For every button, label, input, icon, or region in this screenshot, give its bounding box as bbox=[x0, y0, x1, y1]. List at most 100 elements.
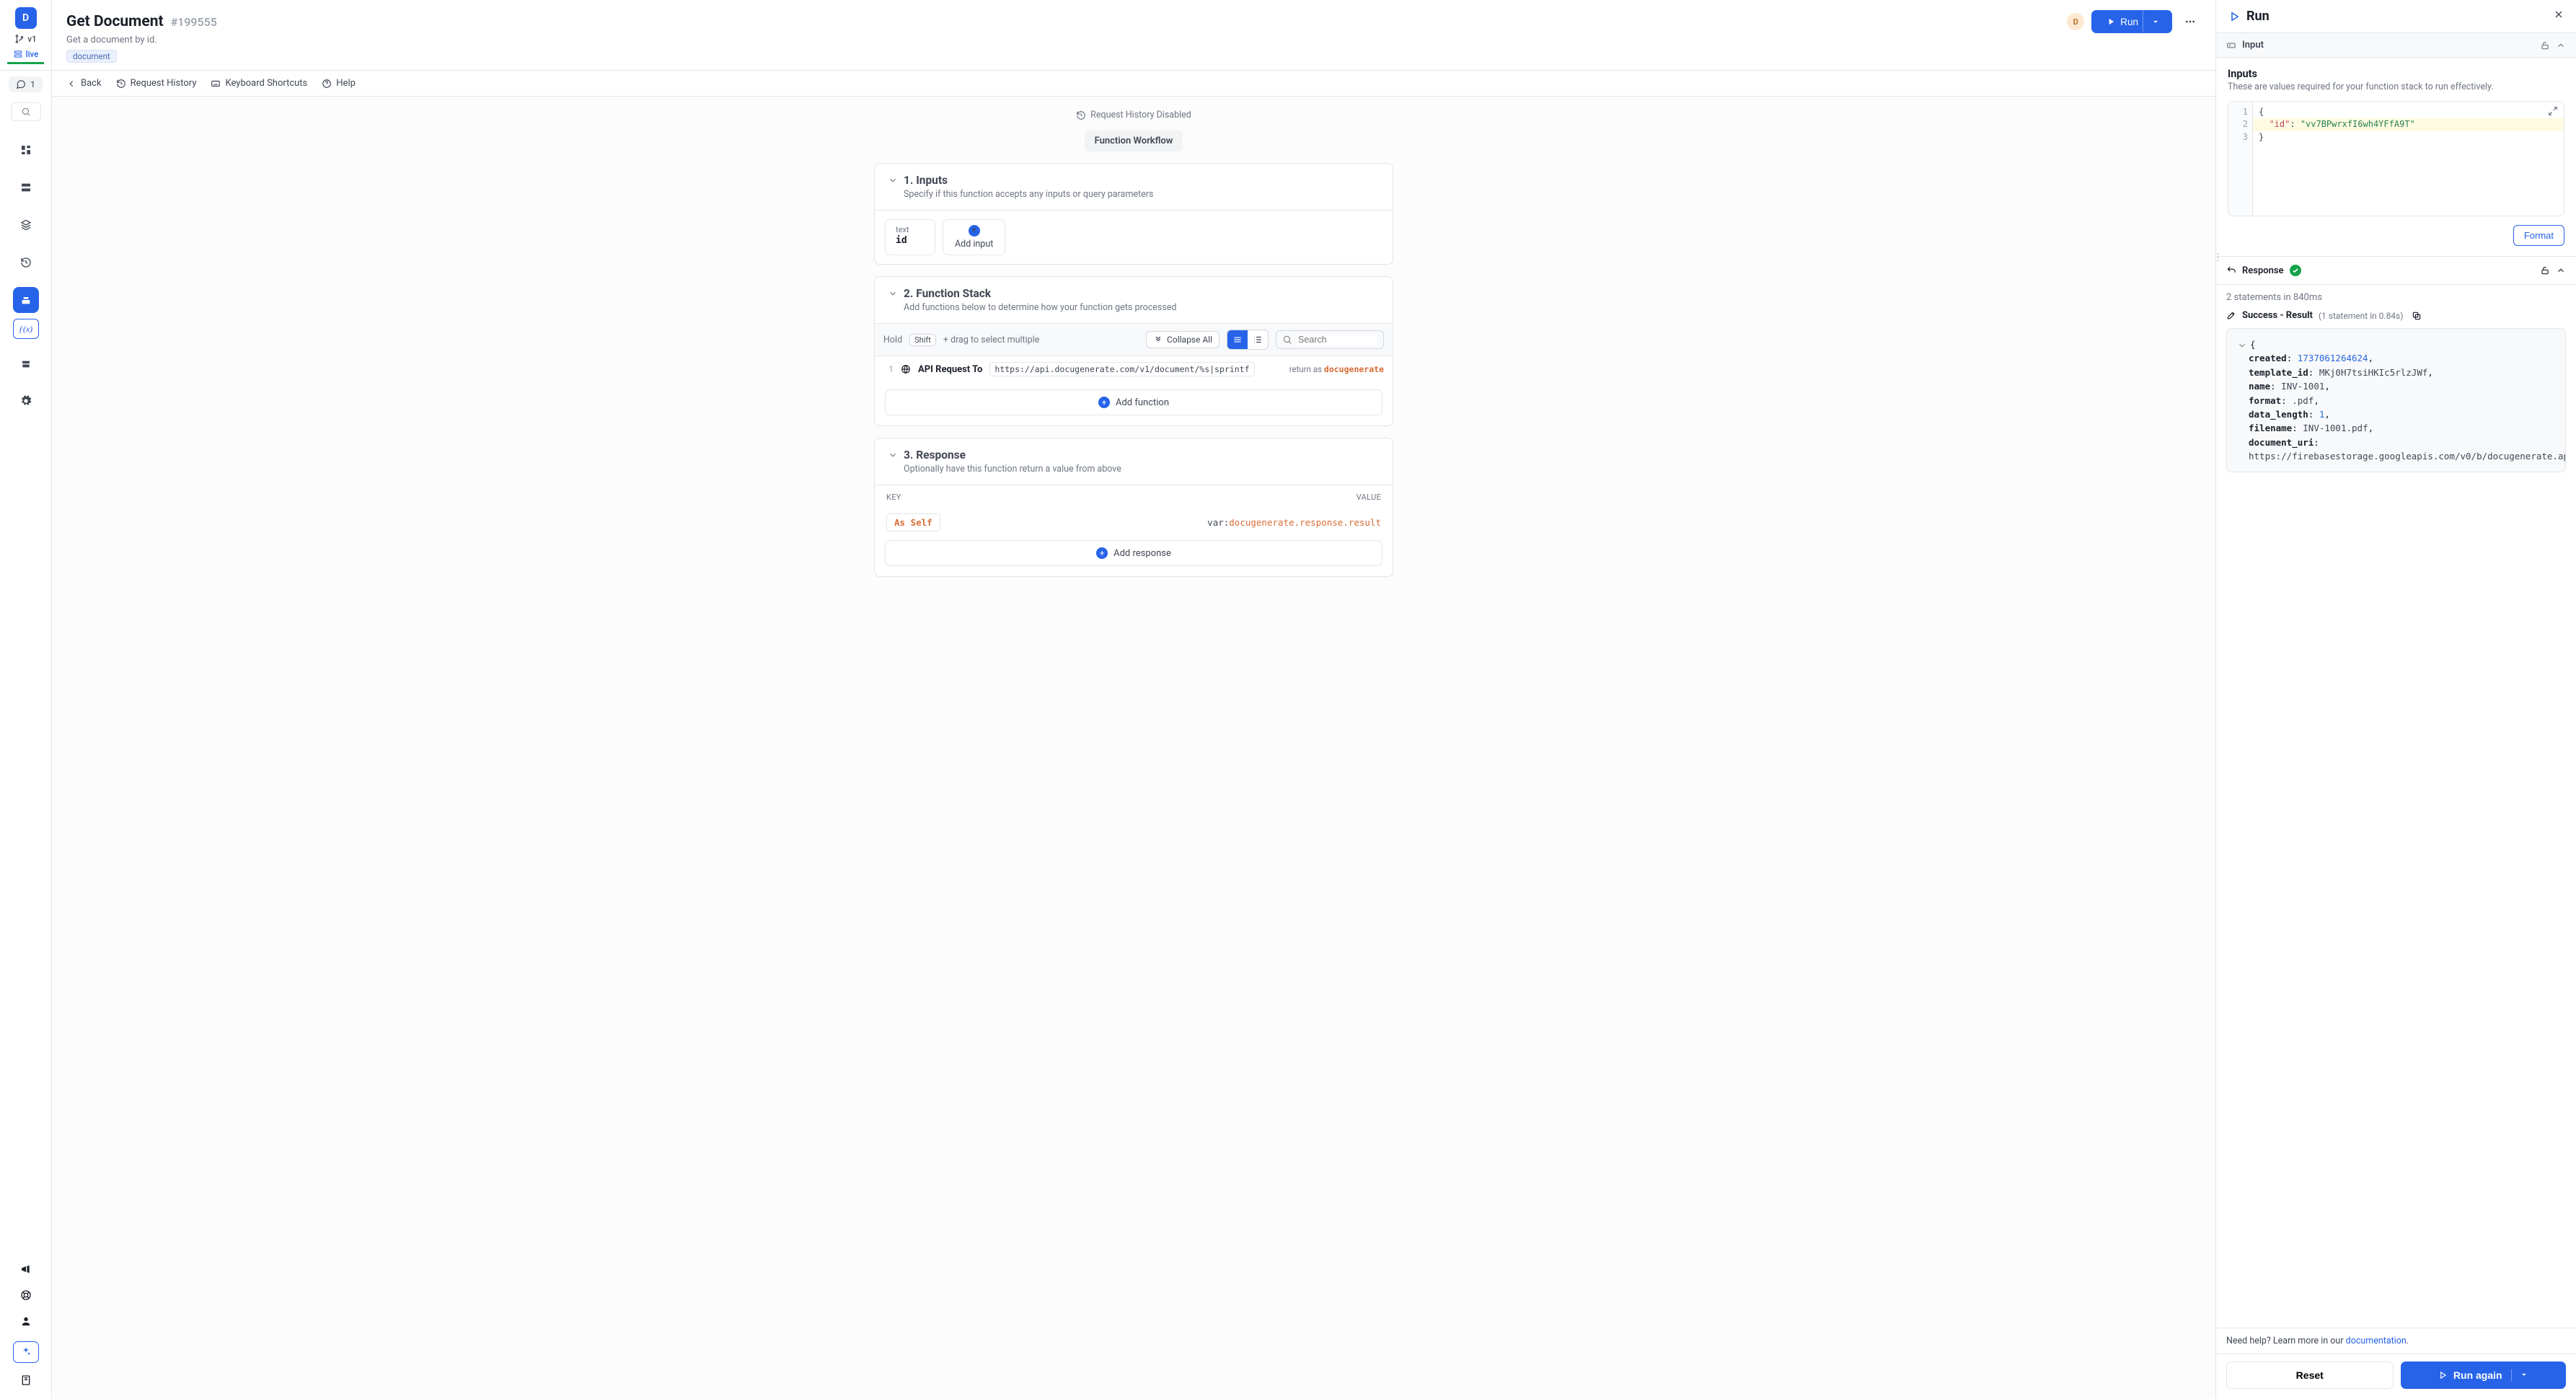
tag-chip[interactable]: document bbox=[66, 50, 117, 63]
chevron-down-icon[interactable] bbox=[2237, 340, 2247, 350]
reset-button[interactable]: Reset bbox=[2226, 1362, 2394, 1389]
back-button[interactable]: Back bbox=[66, 78, 102, 89]
response-card: 3. Response Optionally have this functio… bbox=[874, 438, 1393, 577]
nav-profile[interactable] bbox=[20, 1315, 32, 1330]
workspace-badge[interactable]: D bbox=[15, 7, 37, 29]
response-section-bar[interactable]: Response bbox=[2216, 257, 2576, 285]
sidebar-search[interactable] bbox=[11, 102, 41, 121]
format-button[interactable]: Format bbox=[2513, 225, 2564, 246]
nav-functions[interactable]: ƒ(x) bbox=[13, 319, 39, 339]
run-again-button[interactable]: Run again bbox=[2401, 1362, 2567, 1389]
env-label: live bbox=[26, 49, 39, 59]
add-function-label: Add function bbox=[1116, 397, 1169, 408]
value-prefix: var: bbox=[1207, 517, 1229, 528]
step-label: API Request To bbox=[918, 364, 982, 375]
expand-icon bbox=[2548, 106, 2558, 116]
env-selector[interactable]: live bbox=[7, 49, 44, 64]
keyboard-shortcuts-button[interactable]: Keyboard Shortcuts bbox=[211, 78, 307, 89]
collapse-icon bbox=[1153, 335, 1163, 345]
nav-store[interactable] bbox=[13, 350, 39, 376]
response-json[interactable]: { created: 1737061264624, template_id: M… bbox=[2226, 328, 2566, 472]
function-stack-card: 2. Function Stack Add functions below to… bbox=[874, 276, 1393, 426]
run-panel: Run Input Inputs These are values requir… bbox=[2215, 0, 2576, 1399]
stack-search[interactable] bbox=[1276, 330, 1384, 349]
close-icon bbox=[2553, 9, 2564, 20]
close-panel-button[interactable] bbox=[2553, 9, 2564, 24]
play-icon bbox=[2106, 17, 2116, 27]
stack-toolbar: Hold Shift + drag to select multiple Col… bbox=[875, 323, 1393, 356]
chevron-down-icon[interactable] bbox=[888, 288, 898, 299]
input-section-bar[interactable]: Input bbox=[2216, 33, 2576, 58]
megaphone-icon bbox=[20, 1263, 32, 1275]
nav-docs[interactable] bbox=[20, 1374, 32, 1389]
nav-settings[interactable] bbox=[13, 388, 39, 414]
run-again-dropdown[interactable] bbox=[2511, 1369, 2529, 1382]
chevron-up-icon[interactable] bbox=[2556, 265, 2566, 275]
unlock-icon[interactable] bbox=[2540, 265, 2550, 275]
chat-icon bbox=[16, 79, 26, 89]
nav-support[interactable] bbox=[20, 1289, 32, 1304]
add-response-label: Add response bbox=[1113, 548, 1171, 559]
step-code: https://api.docugenerate.com/v1/document… bbox=[989, 362, 1254, 376]
documentation-link[interactable]: documentation bbox=[2346, 1336, 2407, 1346]
value-expr: docugenerate.response.result bbox=[1229, 517, 1381, 528]
reply-icon bbox=[2226, 265, 2236, 275]
nav-library[interactable] bbox=[13, 287, 39, 313]
response-stats: 2 statements in 840ms bbox=[2226, 292, 2566, 303]
nav-stack[interactable] bbox=[13, 212, 39, 238]
chat-badge[interactable]: 1 bbox=[9, 76, 43, 92]
library-icon bbox=[20, 294, 32, 306]
chevron-down-icon[interactable] bbox=[888, 175, 898, 185]
inputs-subtitle: Specify if this function accepts any inp… bbox=[904, 189, 1380, 200]
nav-dashboard[interactable] bbox=[13, 137, 39, 163]
collapse-label: Collapse All bbox=[1167, 335, 1212, 345]
copy-icon[interactable] bbox=[2412, 311, 2422, 321]
help-button[interactable]: Help bbox=[322, 78, 356, 89]
left-sidebar: D v1 live 1 ƒ(x) bbox=[0, 0, 52, 1399]
dots-icon bbox=[2184, 16, 2196, 27]
stack-search-input[interactable] bbox=[1297, 334, 1377, 345]
resize-handle[interactable]: ⋮ bbox=[2213, 252, 2219, 261]
branch-selector[interactable]: v1 bbox=[14, 34, 36, 44]
key-chip: As Self bbox=[886, 513, 940, 531]
nav-database[interactable] bbox=[13, 175, 39, 200]
input-icon bbox=[2226, 40, 2236, 50]
response-section-label: Response bbox=[2242, 265, 2284, 276]
inputs-title: 1. Inputs bbox=[904, 174, 948, 187]
layers-icon bbox=[20, 219, 32, 231]
input-type: text bbox=[896, 225, 925, 234]
key-header: KEY bbox=[886, 493, 901, 502]
input-chip[interactable]: text id bbox=[885, 219, 935, 255]
run-button[interactable]: Run bbox=[2091, 10, 2172, 33]
page-subtitle: Get a document by id. bbox=[66, 35, 2201, 45]
view-compact[interactable] bbox=[1227, 330, 1248, 349]
user-icon bbox=[20, 1315, 32, 1327]
collapse-all-button[interactable]: Collapse All bbox=[1146, 331, 1219, 348]
add-response-button[interactable]: + Add response bbox=[885, 540, 1382, 566]
json-input-editor[interactable]: 1 2 3 { "id": "vv7BPwrxfI6wh4YFfA9T" } bbox=[2228, 101, 2564, 216]
stack-step[interactable]: 1 API Request To https://api.docugenerat… bbox=[875, 356, 1393, 382]
response-row[interactable]: As Self var:docugenerate.response.result bbox=[875, 509, 1393, 533]
expand-editor-button[interactable] bbox=[2548, 106, 2558, 118]
more-menu[interactable] bbox=[2179, 11, 2201, 32]
add-input-button[interactable]: + Add input bbox=[943, 219, 1005, 255]
chevron-up-icon[interactable] bbox=[2556, 40, 2566, 50]
nav-announce[interactable] bbox=[20, 1263, 32, 1278]
return-as-label: return as bbox=[1289, 364, 1324, 374]
success-row: Success - Result (1 statement in 0.84s) bbox=[2226, 310, 2566, 321]
view-numbered[interactable] bbox=[1248, 330, 1268, 349]
chevron-down-icon[interactable] bbox=[888, 450, 898, 460]
search-icon bbox=[21, 107, 31, 117]
request-history-button[interactable]: Request History bbox=[116, 78, 197, 89]
success-label: Success - Result bbox=[2242, 310, 2313, 321]
add-function-button[interactable]: + Add function bbox=[885, 389, 1382, 415]
stack-title: 2. Function Stack bbox=[904, 287, 991, 300]
run-dropdown[interactable] bbox=[2143, 11, 2168, 32]
keyboard-icon bbox=[211, 79, 221, 89]
unlock-icon[interactable] bbox=[2540, 40, 2550, 50]
success-badge bbox=[2290, 265, 2301, 276]
nav-history[interactable] bbox=[13, 250, 39, 275]
history-disabled-banner: Request History Disabled bbox=[1076, 110, 1191, 120]
user-avatar[interactable]: D bbox=[2067, 13, 2084, 30]
nav-ai[interactable] bbox=[13, 1341, 39, 1363]
